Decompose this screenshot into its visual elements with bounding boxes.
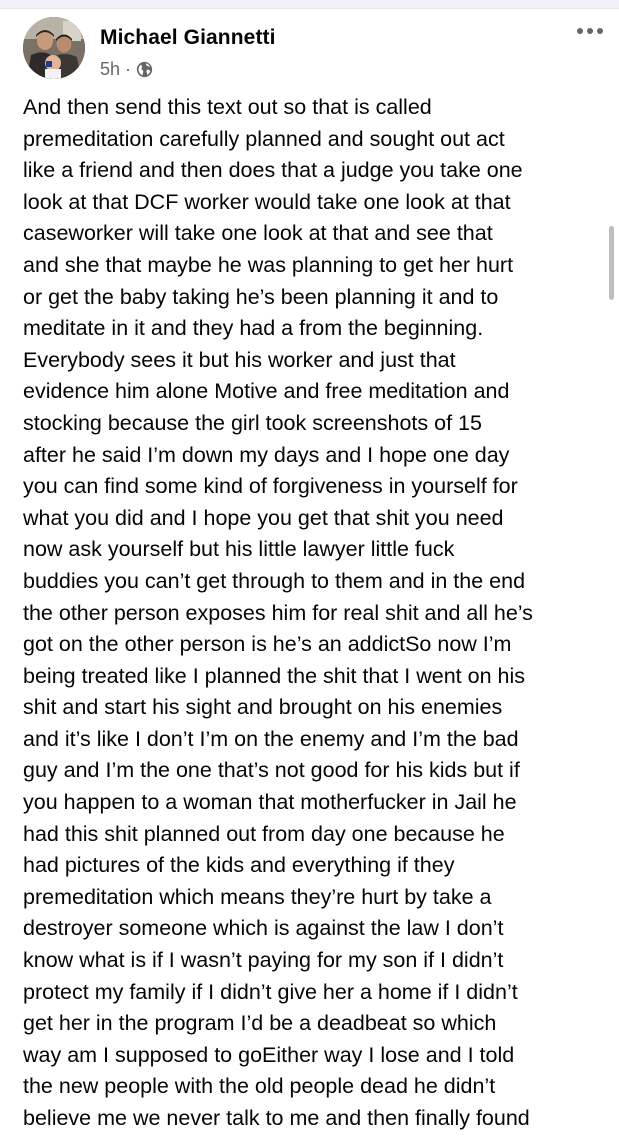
more-options-icon [577, 28, 603, 34]
globe-icon[interactable] [136, 61, 153, 78]
post-timestamp[interactable]: 5h [100, 59, 120, 80]
feed-divider [0, 0, 619, 9]
more-options-button[interactable] [574, 22, 606, 40]
profile-photo-icon [23, 17, 85, 79]
author-avatar[interactable] [23, 17, 85, 79]
post-body-text: And then send this text out so that is c… [23, 95, 533, 1130]
scrollbar-thumb[interactable] [609, 226, 614, 300]
facebook-post: Michael Giannetti 5h · And then send thi… [0, 0, 619, 1144]
author-name[interactable]: Michael Giannetti [100, 26, 276, 50]
post-meta: 5h · [100, 58, 153, 80]
meta-separator: · [125, 58, 132, 79]
